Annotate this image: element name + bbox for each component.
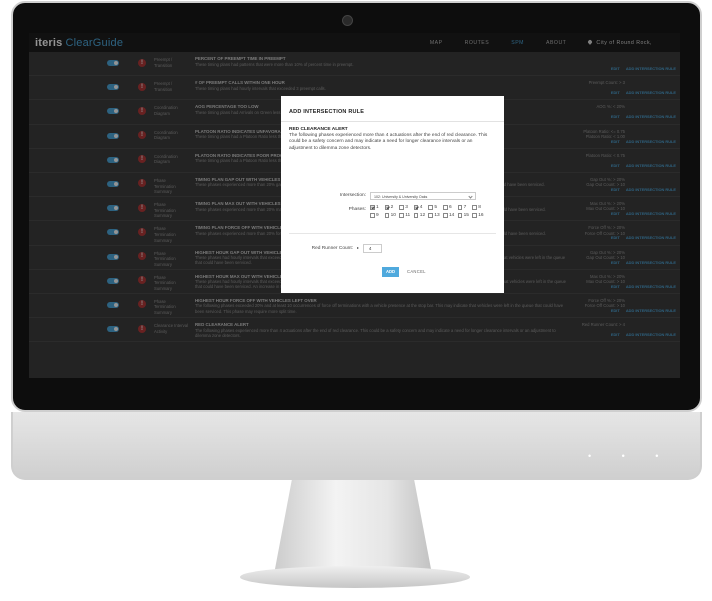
red-runner-count-input[interactable]: 4 — [363, 244, 382, 253]
phase-checkbox[interactable]: 14 — [443, 213, 454, 218]
dialog-title: ADD INTERSECTION RULE — [289, 109, 365, 115]
checkbox-icon[interactable] — [443, 213, 448, 218]
divider — [289, 233, 496, 234]
phase-checkbox[interactable]: 1 — [370, 205, 379, 210]
phase-checkbox[interactable]: 5 — [428, 205, 437, 210]
phase-checkbox[interactable]: 4 — [413, 205, 422, 210]
phase-checkbox[interactable]: 7 — [457, 205, 466, 210]
cancel-button[interactable]: CANCEL — [407, 267, 426, 277]
camera-icon — [342, 15, 353, 26]
checkbox-icon[interactable] — [472, 205, 477, 210]
checkbox-icon[interactable] — [413, 213, 419, 218]
monitor-chin — [11, 412, 702, 480]
checkbox-icon[interactable] — [370, 205, 375, 210]
rule-description: The following phases experienced more th… — [289, 133, 488, 151]
red-runner-count-label: Red Runner Count: — [311, 246, 353, 251]
phases-label: Phases: — [348, 207, 366, 212]
phase-checkbox[interactable]: 10 — [384, 213, 396, 218]
chevron-down-icon — [468, 194, 473, 199]
phase-checkbox[interactable]: 16 — [472, 213, 484, 218]
monitor-stand — [274, 480, 432, 570]
checkbox-icon[interactable] — [472, 213, 477, 218]
checkbox-icon[interactable] — [457, 213, 463, 218]
phase-checkbox[interactable]: 13 — [428, 213, 440, 218]
phase-checkbox[interactable]: 11 — [399, 213, 410, 218]
checkbox-icon[interactable] — [399, 205, 404, 210]
checkbox-icon[interactable] — [413, 205, 419, 210]
checkbox-icon[interactable] — [428, 205, 433, 210]
phase-checkbox[interactable]: 15 — [457, 213, 469, 218]
stepper-arrow-icon[interactable] — [357, 247, 359, 249]
phase-checkbox[interactable]: 12 — [413, 213, 425, 218]
add-button[interactable]: ADD — [382, 267, 399, 277]
phase-checkbox[interactable]: 8 — [472, 205, 481, 210]
checkbox-icon[interactable] — [443, 205, 448, 210]
app-screen: iteris ClearGuide MAP ROUTES SPM ABOUT Ci… — [29, 33, 680, 378]
phase-checkbox[interactable]: 2 — [384, 205, 393, 210]
checkbox-icon[interactable] — [457, 205, 463, 210]
monitor-stand-base — [240, 566, 470, 588]
checkbox-icon[interactable] — [370, 213, 375, 218]
indicator-dots: • • • — [588, 451, 673, 461]
checkbox-icon[interactable] — [399, 213, 404, 218]
intersection-label: Intersection: — [339, 193, 366, 198]
checkbox-icon[interactable] — [428, 213, 433, 218]
phase-checkbox[interactable]: 6 — [443, 205, 452, 210]
checkbox-icon[interactable] — [384, 205, 390, 210]
intersection-select[interactable]: 102: University & University Oaks — [370, 192, 476, 200]
checkbox-icon[interactable] — [384, 213, 390, 218]
phase-checkbox[interactable]: 9 — [370, 213, 379, 218]
add-intersection-rule-dialog: ADD INTERSECTION RULE RED CLEARANCE ALER… — [281, 96, 504, 293]
divider — [281, 121, 504, 122]
phase-checkbox[interactable]: 3 — [399, 205, 408, 210]
rule-title: RED CLEARANCE ALERT — [289, 127, 348, 132]
